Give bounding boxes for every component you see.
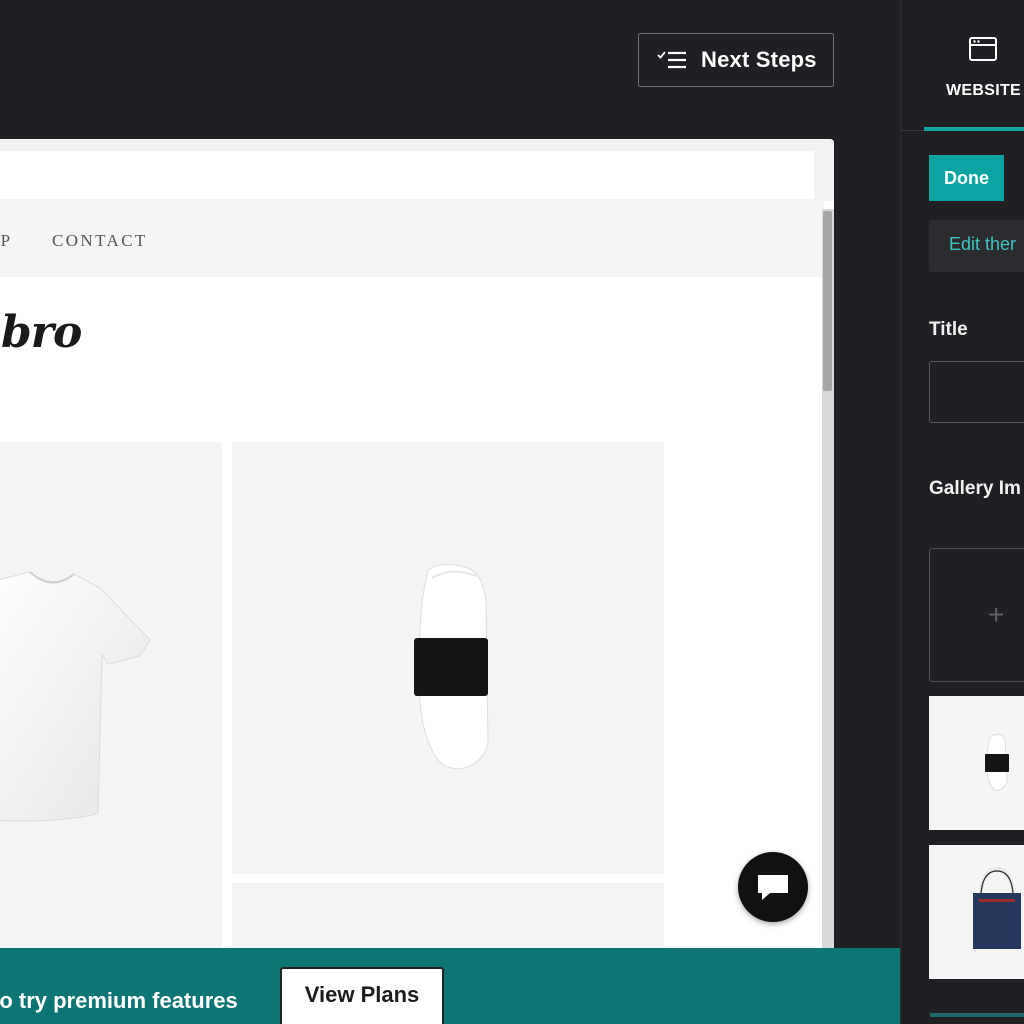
website-preview[interactable]: OP CONTACT nbro bbox=[0, 139, 834, 959]
upsell-message: to try premium features bbox=[0, 988, 238, 1013]
panel-divider bbox=[900, 0, 901, 1024]
next-steps-label: Next Steps bbox=[701, 47, 817, 72]
title-label: Title bbox=[929, 319, 968, 340]
gallery-thumbnail-sock[interactable] bbox=[929, 696, 1024, 830]
chat-button[interactable] bbox=[738, 852, 808, 922]
sock-image bbox=[414, 564, 489, 770]
preview-address-bar bbox=[0, 151, 814, 199]
edit-theme-button[interactable]: Edit ther bbox=[929, 220, 1024, 272]
tshirt-image bbox=[0, 571, 151, 822]
gallery-thumbnail-bag[interactable] bbox=[929, 845, 1024, 979]
add-image-button[interactable]: + bbox=[929, 548, 1024, 682]
tote-bag-thumbnail-image bbox=[973, 866, 1021, 949]
tab-website[interactable]: WEBSITE bbox=[924, 30, 1024, 130]
checklist-icon bbox=[657, 51, 686, 69]
gallery-images-label: Gallery Im bbox=[929, 478, 1021, 499]
gallery-image-tshirt[interactable] bbox=[0, 442, 222, 959]
view-plans-button[interactable]: View Plans bbox=[280, 967, 444, 1024]
done-button[interactable]: Done bbox=[929, 155, 1004, 201]
preview-scrollbar[interactable] bbox=[823, 211, 832, 391]
gallery-image-sock[interactable] bbox=[232, 442, 664, 874]
editor-canvas: Next Steps OP CONTACT nbro bbox=[0, 0, 900, 1024]
upsell-banner: to try premium features View Plans bbox=[0, 948, 900, 1024]
nav-link-shop[interactable]: OP bbox=[0, 231, 13, 251]
browser-window-icon bbox=[969, 37, 997, 61]
plus-icon: + bbox=[988, 599, 1005, 630]
title-input[interactable] bbox=[929, 361, 1024, 423]
site-navigation: OP CONTACT bbox=[0, 201, 824, 277]
panel-bottom-link[interactable] bbox=[930, 1013, 1024, 1017]
tab-website-label: WEBSITE bbox=[946, 82, 1021, 99]
sock-thumbnail-image bbox=[985, 733, 1009, 791]
site-logo[interactable]: nbro bbox=[0, 307, 82, 358]
next-steps-button[interactable]: Next Steps bbox=[638, 33, 834, 87]
active-tab-indicator bbox=[924, 127, 1024, 131]
chat-bubble-icon bbox=[758, 875, 788, 900]
nav-link-contact[interactable]: CONTACT bbox=[52, 231, 148, 251]
